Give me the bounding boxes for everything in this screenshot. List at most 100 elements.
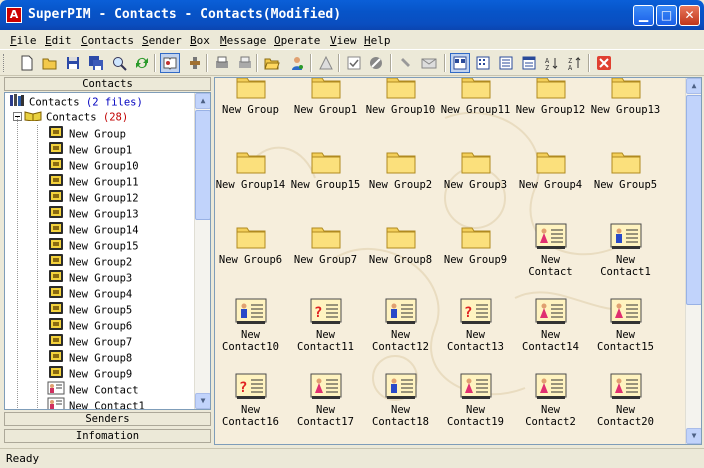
contact-item[interactable]: New Contact	[513, 220, 588, 278]
tree-item[interactable]: New Group4	[47, 285, 132, 301]
menu-file[interactable]: File	[10, 34, 37, 47]
group-folder-item[interactable]: New Group2	[363, 145, 438, 191]
menu-help[interactable]: Help	[364, 34, 391, 47]
new-button[interactable]	[17, 53, 37, 73]
group-folder-item[interactable]: New Group14	[215, 145, 288, 191]
send-button[interactable]	[316, 53, 336, 73]
details-view-button[interactable]	[519, 53, 539, 73]
item-label: New Group4	[518, 179, 583, 191]
print-preview-button[interactable]	[235, 53, 255, 73]
maximize-button[interactable]: □	[656, 5, 677, 26]
group-folder-item[interactable]: New Group9	[438, 220, 513, 266]
contacts-panel-header[interactable]: Contacts	[4, 77, 211, 91]
tree-item[interactable]: New Group7	[47, 333, 132, 349]
attach-button[interactable]	[396, 53, 416, 73]
group-folder-item[interactable]: New Group10	[363, 78, 438, 116]
group-folder-item[interactable]: New Group	[215, 78, 288, 116]
contact-item[interactable]: New Contact10	[215, 295, 288, 353]
envelope-button[interactable]	[419, 53, 439, 73]
tree-item[interactable]: New Group12	[47, 189, 139, 205]
group-folder-item[interactable]: New Group8	[363, 220, 438, 266]
group-folder-item[interactable]: New Group15	[288, 145, 363, 191]
group-folder-item[interactable]: New Group13	[588, 78, 663, 116]
stop-button[interactable]	[366, 53, 386, 73]
group-folder-item[interactable]: New Group5	[588, 145, 663, 191]
senders-section-header[interactable]: Senders	[4, 412, 211, 426]
book-button[interactable]	[160, 53, 180, 73]
group-folder-item[interactable]: New Group4	[513, 145, 588, 191]
menu-message[interactable]: Message	[220, 34, 266, 47]
information-section-header[interactable]: Infomation	[4, 429, 211, 443]
group-folder-item[interactable]: New Group1	[288, 78, 363, 116]
tree-item[interactable]: New Contact1	[47, 397, 145, 409]
minimize-button[interactable]: ▁	[633, 5, 654, 26]
tree-item[interactable]: New Group8	[47, 349, 132, 365]
contact-item[interactable]: New Contact14	[513, 295, 588, 353]
tree-scrollbar[interactable]: ▲ ▼	[194, 93, 210, 409]
tree-item[interactable]: New Group15	[47, 237, 139, 253]
contact-item[interactable]: New Contact1	[588, 220, 663, 278]
larges-view-icon-button[interactable]	[450, 53, 470, 73]
tree-item[interactable]: New Group6	[47, 317, 132, 333]
refresh-button[interactable]	[132, 53, 152, 73]
tree-item[interactable]: New Group14	[47, 221, 139, 237]
contact-item[interactable]: New Contact12	[363, 295, 438, 353]
contact-item[interactable]: New Contact19	[438, 370, 513, 428]
tools-button[interactable]	[185, 53, 205, 73]
menu-contacts[interactable]: Contacts	[81, 34, 134, 47]
tree-root[interactable]: Contacts (2 files)	[9, 93, 143, 109]
group-folder-item[interactable]: New Group11	[438, 78, 513, 116]
tree-item[interactable]: New Group11	[47, 173, 139, 189]
save-all-button[interactable]	[86, 53, 106, 73]
title-bar[interactable]: A SuperPIM - Contacts - Contacts(Modifie…	[0, 0, 704, 30]
tree-item[interactable]: New Group3	[47, 269, 132, 285]
smalls-view-icon-button[interactable]	[473, 53, 493, 73]
contact-item[interactable]: New Contact2	[513, 370, 588, 428]
contact-item[interactable]: ? New Contact11	[288, 295, 363, 353]
group-folder-item[interactable]: New Group12	[513, 78, 588, 116]
grid-scroll-down-button[interactable]: ▼	[686, 428, 701, 444]
tree-item[interactable]: New Group2	[47, 253, 132, 269]
group-folder-item[interactable]: New Group3	[438, 145, 513, 191]
scroll-thumb[interactable]	[195, 110, 210, 220]
contact-item[interactable]: New Contact18	[363, 370, 438, 428]
group-folder-item[interactable]: New Group7	[288, 220, 363, 266]
contact-item[interactable]: New Contact20	[588, 370, 663, 428]
contact-item[interactable]: ? New Contact16	[215, 370, 288, 428]
sort-asc-button[interactable]: AZ	[542, 53, 562, 73]
save-button[interactable]	[63, 53, 83, 73]
tree-item[interactable]: New Group10	[47, 157, 139, 173]
tree-item[interactable]: New Group5	[47, 301, 132, 317]
app-icon[interactable]: A	[6, 7, 22, 23]
menu-operate[interactable]: Operate	[274, 34, 320, 47]
search-button[interactable]	[109, 53, 129, 73]
tree-item[interactable]: New Group13	[47, 205, 139, 221]
contact-item[interactable]: New Contact17	[288, 370, 363, 428]
tree-item[interactable]: New Group1	[47, 141, 132, 157]
menu-sender[interactable]: Sender	[142, 34, 182, 47]
open-button[interactable]	[40, 53, 60, 73]
contact-item[interactable]: New Contact15	[588, 295, 663, 353]
toolbar-grip[interactable]	[3, 54, 6, 72]
folder-open-button[interactable]	[262, 53, 282, 73]
delete-button[interactable]	[594, 53, 614, 73]
tree-item[interactable]: New Group	[47, 125, 126, 141]
sort-desc-button[interactable]: ZA	[565, 53, 585, 73]
scroll-down-button[interactable]: ▼	[195, 393, 210, 409]
group-folder-item[interactable]: New Group6	[215, 220, 288, 266]
menu-box[interactable]: Box	[190, 34, 210, 47]
tree-item[interactable]: New Group9	[47, 365, 132, 381]
close-button[interactable]: ✕	[679, 5, 700, 26]
grid-scroll-up-button[interactable]: ▲	[686, 78, 701, 94]
scroll-up-button[interactable]: ▲	[195, 93, 210, 109]
contact-item[interactable]: ? New Contact13	[438, 295, 513, 353]
tree-item[interactable]: New Contact	[47, 381, 139, 397]
check-button[interactable]	[344, 53, 364, 73]
menu-view[interactable]: View	[330, 34, 357, 47]
grid-scrollbar[interactable]: ▲ ▼	[685, 78, 701, 444]
user-button[interactable]	[287, 53, 307, 73]
menu-edit[interactable]: Edit	[45, 34, 72, 47]
list-view-button[interactable]	[496, 53, 516, 73]
grid-scroll-thumb[interactable]	[686, 95, 701, 305]
print-button[interactable]	[212, 53, 232, 73]
